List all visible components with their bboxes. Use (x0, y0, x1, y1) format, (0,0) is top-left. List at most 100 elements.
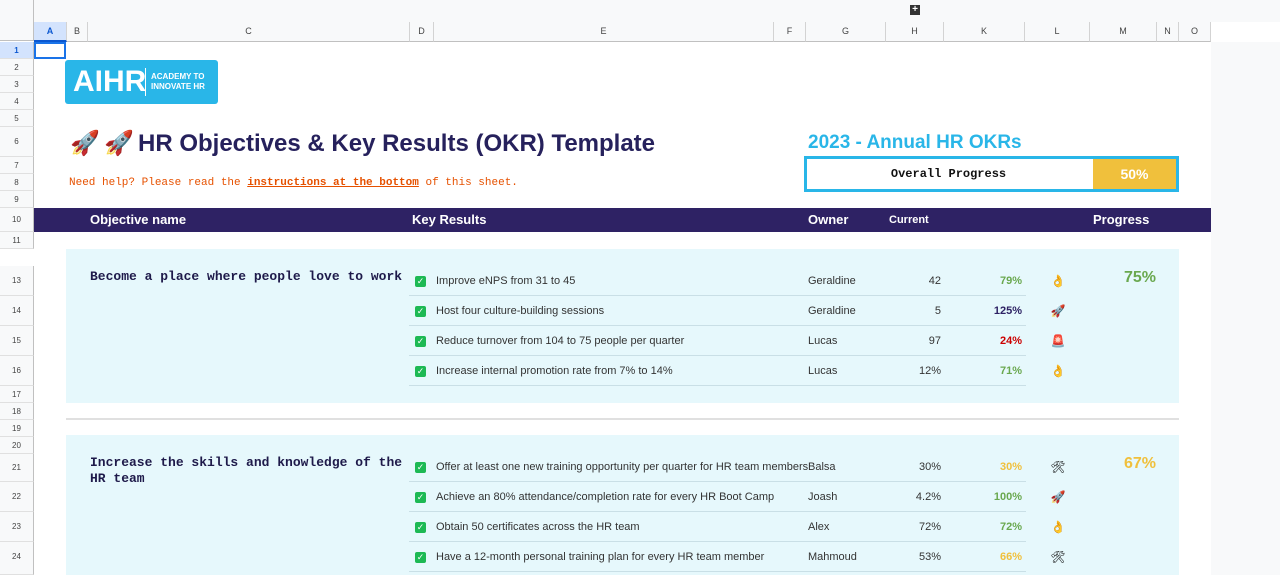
checkbox-checked-icon[interactable]: ✓ (415, 306, 426, 317)
key-result-row: ✓ Increase internal promotion rate from … (409, 357, 1026, 386)
row-header[interactable]: 6 (0, 127, 34, 157)
selected-cell-A1[interactable] (34, 42, 66, 59)
column-header[interactable]: K (944, 22, 1025, 42)
rocket-icon: 🚀 (104, 130, 134, 157)
key-result-text: Reduce turnover from 104 to 75 people pe… (436, 335, 685, 347)
column-header[interactable]: H (886, 22, 944, 42)
objective-progress: 75% (1123, 269, 1157, 286)
row-header[interactable]: 14 (0, 296, 34, 326)
key-result-owner: Lucas (808, 365, 838, 377)
row-header[interactable]: 24 (0, 542, 34, 575)
key-result-current: 72% (918, 521, 941, 533)
row-header[interactable]: 1 (0, 42, 34, 59)
year-title: 2023 - Annual HR OKRs (808, 132, 1022, 153)
page-title-text: HR Objectives & Key Results (OKR) Templa… (138, 130, 656, 157)
key-result-current: 53% (918, 551, 941, 563)
key-result-percent: 125% (993, 305, 1022, 317)
help-prefix: Need help? Please read the (69, 177, 248, 189)
aihr-logo: AIHR ACADEMY TO INNOVATE HR (65, 60, 218, 104)
key-result-text: Have a 12-month personal training plan f… (436, 551, 765, 563)
key-result-owner: Geraldine (808, 305, 856, 317)
row-header[interactable]: 22 (0, 482, 34, 512)
key-result-owner: Joash (808, 491, 838, 503)
row-header[interactable]: 5 (0, 110, 34, 127)
row-header[interactable]: 17 (0, 386, 34, 403)
row-header[interactable]: 10 (0, 208, 34, 232)
checkbox-checked-icon[interactable]: ✓ (415, 492, 426, 503)
row-header[interactable]: 3 (0, 76, 34, 93)
objective-name: Increase the skills and knowledge of the… (90, 455, 403, 486)
section-divider (66, 418, 1179, 420)
checkbox-checked-icon[interactable]: ✓ (415, 462, 426, 473)
row-header[interactable]: 13 (0, 266, 34, 296)
column-header[interactable]: A (34, 22, 67, 42)
objective-progress: 67% (1123, 455, 1157, 472)
row-header[interactable]: 11 (0, 232, 34, 249)
header-owner: Owner (808, 212, 849, 227)
column-header[interactable]: N (1157, 22, 1179, 42)
column-header[interactable]: M (1090, 22, 1157, 42)
row-header[interactable]: 4 (0, 93, 34, 110)
ok-hand-icon: 👌 (1050, 364, 1066, 378)
checkbox-checked-icon[interactable]: ✓ (415, 522, 426, 533)
ok-hand-icon: 👌 (1050, 520, 1066, 534)
help-suffix: of this sheet. (418, 177, 518, 189)
key-result-text: Obtain 50 certificates across the HR tea… (436, 521, 640, 533)
key-result-row: ✓ Improve eNPS from 31 to 45 Geraldine 4… (409, 267, 1026, 296)
instructions-link[interactable]: instructions at the bottom (247, 177, 419, 189)
logo-tagline-line1: ACADEMY TO (151, 72, 205, 81)
column-header[interactable]: D (410, 22, 434, 42)
header-key-results: Key Results (412, 212, 487, 227)
row-header[interactable]: 18 (0, 403, 34, 420)
row-header[interactable]: 8 (0, 174, 34, 191)
key-result-current: 5 (934, 305, 941, 317)
row-header[interactable]: 7 (0, 157, 34, 174)
select-all-corner[interactable] (0, 0, 34, 41)
key-result-owner: Alex (808, 521, 830, 533)
column-header[interactable]: O (1179, 22, 1211, 42)
key-result-owner: Geraldine (808, 275, 856, 287)
key-result-current: 30% (918, 461, 941, 473)
column-header[interactable]: G (806, 22, 886, 42)
logo-tagline: ACADEMY TO INNOVATE HR (151, 72, 215, 92)
objective-name: Become a place where people love to work (90, 269, 403, 284)
row-header[interactable]: 23 (0, 512, 34, 542)
key-result-text: Host four culture-building sessions (436, 305, 605, 317)
rocket-icon: 🚀 (1050, 490, 1066, 504)
row-header[interactable]: 21 (0, 454, 34, 482)
column-header[interactable]: B (67, 22, 88, 42)
checkbox-checked-icon[interactable]: ✓ (415, 366, 426, 377)
row-header[interactable]: 9 (0, 191, 34, 208)
row-header[interactable]: 15 (0, 326, 34, 356)
key-result-percent: 100% (993, 491, 1022, 503)
column-header[interactable]: C (88, 22, 410, 42)
overall-progress-label: Overall Progress (890, 167, 1007, 181)
table-header: Objective name Key Results Owner Current… (34, 208, 1211, 232)
key-result-text: Improve eNPS from 31 to 45 (436, 275, 576, 287)
row-header[interactable]: 20 (0, 437, 34, 454)
page-title: 🚀 🚀 HR Objectives & Key Results (OKR) Temp… (70, 129, 655, 158)
checkbox-checked-icon[interactable]: ✓ (415, 276, 426, 287)
key-result-row: ✓ Offer at least one new training opport… (409, 453, 1026, 482)
column-header[interactable]: F (774, 22, 806, 42)
row-header[interactable]: 19 (0, 420, 34, 437)
add-column-button[interactable]: + (910, 5, 920, 15)
key-result-percent: 66% (999, 551, 1022, 563)
key-result-row: ✓ Achieve an 80% attendance/completion r… (409, 483, 1026, 512)
rocket-icon: 🚀 (70, 130, 100, 157)
row-header[interactable]: 2 (0, 59, 34, 76)
overall-progress-box: Overall Progress 50% (804, 156, 1179, 192)
checkbox-checked-icon[interactable]: ✓ (415, 336, 426, 347)
column-header[interactable]: E (434, 22, 774, 42)
sheet-toolbar-strip (34, 0, 1280, 22)
header-objective: Objective name (90, 212, 187, 227)
logo-wordmark: AIHR (73, 65, 147, 98)
key-result-current: 12% (918, 365, 941, 377)
rocket-icon: 🚀 (1050, 304, 1066, 318)
key-result-current: 4.2% (915, 491, 941, 503)
column-header[interactable]: L (1025, 22, 1090, 42)
key-result-owner: Lucas (808, 335, 838, 347)
checkbox-checked-icon[interactable]: ✓ (415, 552, 426, 563)
key-result-text: Offer at least one new training opportun… (436, 461, 809, 473)
row-header[interactable]: 16 (0, 356, 34, 386)
